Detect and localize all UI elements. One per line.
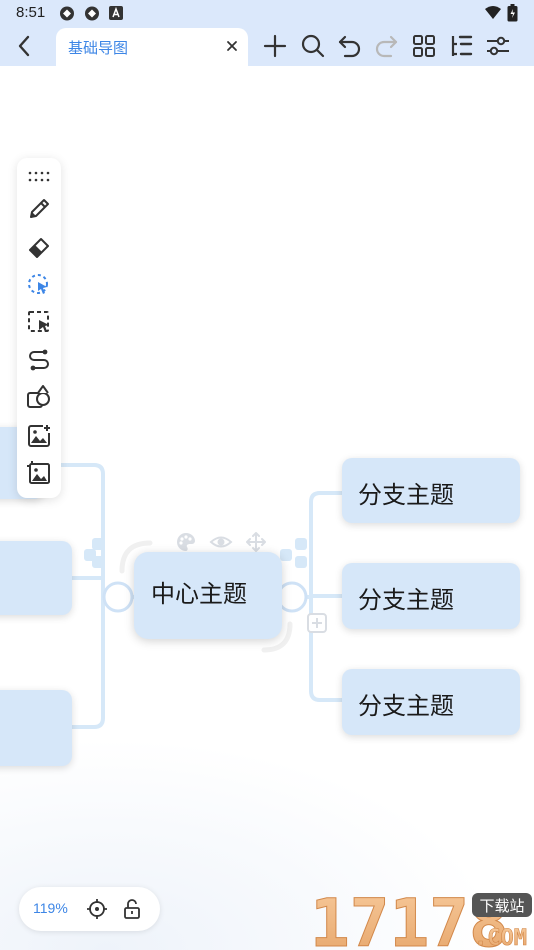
insert-image-tool[interactable] — [25, 459, 53, 487]
add-image-tool[interactable] — [25, 422, 53, 450]
branch-node[interactable]: 分支主题 — [342, 563, 520, 629]
add-child-button[interactable] — [306, 612, 328, 634]
palette-icon — [177, 533, 195, 551]
node-visibility-button[interactable] — [209, 532, 233, 552]
panel-drag-handle[interactable] — [25, 162, 53, 190]
node-move-button[interactable] — [245, 531, 267, 553]
add-image-icon — [28, 425, 50, 447]
branch-label: 分支主题 — [358, 481, 454, 509]
shapes-tool[interactable] — [25, 384, 53, 412]
recenter-button[interactable] — [86, 898, 108, 920]
branch-label: 分支主题 — [358, 692, 454, 720]
eraser-tool[interactable] — [25, 233, 53, 261]
zoom-bar: 119% — [19, 887, 160, 931]
branch-node[interactable]: 分支主题 — [342, 669, 520, 735]
central-topic-label: 中心主题 — [151, 580, 247, 608]
plus-box-icon — [307, 613, 327, 633]
lasso-select-icon — [28, 274, 48, 294]
site-watermark: 17178 下载站 .COM — [308, 888, 534, 950]
eye-icon — [209, 536, 233, 548]
unlock-icon — [124, 899, 140, 919]
left-node[interactable] — [0, 690, 72, 766]
connector-icon — [29, 349, 49, 371]
drag-handle-icon — [28, 171, 50, 182]
branch-node[interactable]: 分支主题 — [342, 458, 520, 523]
box-select-tool[interactable] — [25, 308, 53, 336]
crosshair-icon — [87, 899, 107, 919]
lock-button[interactable] — [121, 898, 143, 920]
move-icon — [246, 532, 266, 552]
left-node[interactable] — [0, 541, 72, 615]
watermark-badge: 下载站 — [479, 897, 524, 915]
watermark-suffix: .COM — [474, 926, 527, 950]
lasso-select-tool[interactable] — [25, 271, 53, 299]
pen-icon — [30, 199, 49, 218]
box-select-icon — [28, 311, 49, 332]
zoom-level[interactable]: 119% — [33, 900, 68, 916]
central-topic-node[interactable]: 中心主题 — [134, 552, 282, 639]
node-style-button[interactable] — [175, 531, 197, 553]
branch-label: 分支主题 — [358, 586, 454, 614]
eraser-icon — [29, 238, 49, 258]
insert-image-icon — [27, 461, 50, 484]
shapes-icon — [27, 385, 50, 408]
drawing-tool-panel — [17, 158, 61, 498]
connector-tool[interactable] — [25, 346, 53, 374]
pen-tool[interactable] — [25, 195, 53, 223]
